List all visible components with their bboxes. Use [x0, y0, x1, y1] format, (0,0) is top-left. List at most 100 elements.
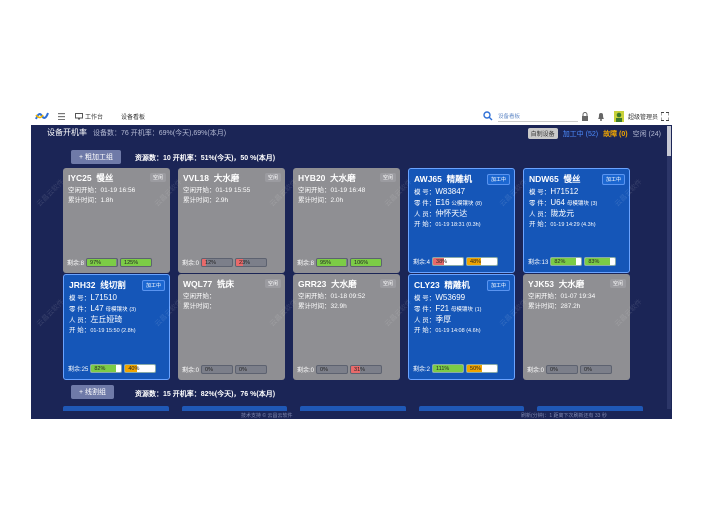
info-row: 累计时间：32.9h: [298, 302, 397, 312]
field-label: 开 始：: [529, 221, 551, 228]
device-code: JRH32: [69, 280, 96, 290]
rate-bar-label: 83%: [588, 259, 600, 265]
device-card[interactable]: IYC25 慢丝 空闲 空闲开始：01-19 16:56 累计时间：1.8h 剩余:8 9…: [63, 168, 170, 273]
device-card[interactable]: HYB20 大水磨 空闲 空闲开始：01-19 16:48 累计时间：2.0h 剩余:8…: [293, 168, 400, 273]
device-type: 慢丝: [96, 173, 114, 183]
part-count: (3): [590, 201, 598, 207]
device-type: 线切割: [100, 280, 126, 290]
scrollbar[interactable]: [667, 126, 671, 409]
field-label: 开 始：: [69, 327, 91, 334]
device-code: WQL77: [183, 279, 213, 289]
menu-grid-icon[interactable]: [58, 113, 65, 120]
field-label: 人 员：: [69, 317, 91, 324]
device-name: HYB20 大水磨: [298, 172, 356, 184]
device-type: 大水磨: [330, 173, 356, 183]
field-value: 01-19 16:48: [330, 187, 366, 194]
field-label: 空闲开始：: [68, 187, 101, 194]
info-row: 模 号：W83847: [414, 187, 511, 198]
part-code: E16: [435, 198, 450, 207]
field-value: 01-19 15:50 (2.8h): [90, 328, 136, 334]
device-card[interactable]: NDW65 慢丝 加工中模 号：H71512 零 件：U64 母模镶块 (3) 人 员…: [523, 168, 630, 273]
field-value: 陇龙元: [550, 209, 575, 218]
rate-bar-label: 82%: [94, 366, 106, 372]
lock-icon[interactable]: [581, 112, 589, 121]
workspace-tab[interactable]: 工作台: [75, 112, 103, 121]
info-row: 人 员：季厚: [414, 315, 511, 326]
device-card[interactable]: GRR23 大水磨 空闲 空闲开始：01-18 09:52 累计时间：32.9h 剩余:…: [293, 274, 400, 380]
fullscreen-icon[interactable]: [661, 112, 669, 121]
avatar[interactable]: [614, 111, 624, 122]
info-row: 模 号：H71512: [529, 187, 626, 198]
device-card[interactable]: YJK53 大水磨 空闲 空闲开始：01-07 19:34 累计时间：287.2h 剩余…: [523, 274, 630, 380]
footer: 技术支持 © 云昌云软件 刷新(分钟)：1 距离下次刷新还有 33 秒: [31, 411, 672, 419]
device-info: 模 号：L71510 零 件：L47 母模镶块 (3) 人 员：左丘娅琦开 始：01…: [69, 293, 166, 336]
search-icon[interactable]: [483, 111, 493, 121]
device-card[interactable]: CLY23 精雕机 加工中模 号：W53699 零 件：F21 母模镶块 (1) 人 …: [408, 274, 515, 380]
tab-device-board[interactable]: 设备看板: [121, 112, 145, 121]
device-card[interactable]: VVL18 大水磨 空闲 空闲开始：01-19 15:55 累计时间：2.9h 剩余:0…: [178, 168, 285, 273]
field-label: 零 件：: [414, 306, 436, 313]
remaining-count: 剩余:0: [182, 261, 200, 267]
info-row: 累计时间：: [183, 302, 282, 312]
scrollbar-thumb[interactable]: [667, 126, 671, 156]
rate-bar: 0%: [235, 365, 268, 374]
summary-line: 设备开机率 设备数：76 开机率：69%(今天),69%(本月): [47, 127, 226, 138]
info-row: 空闲开始：01-07 19:34: [528, 292, 627, 302]
remaining-count: 剩余:4: [413, 260, 431, 266]
device-type: 慢丝: [563, 174, 581, 184]
group-toggle-button[interactable]: + 线割组: [71, 385, 115, 399]
info-row: 累计时间：1.8h: [68, 196, 167, 206]
device-code: IYC25: [68, 173, 92, 183]
device-card[interactable]: JRH32 线切割 加工中模 号：L71510 零 件：L47 母模镶块 (3) 人 …: [63, 274, 170, 380]
rate-bar-label: 125%: [124, 260, 139, 266]
field-label: 累计时间：: [298, 303, 331, 310]
device-card[interactable]: AWJ65 精雕机 加工中模 号：W83847 零 件：E16 公模镶块 (8) 人 …: [408, 168, 515, 273]
device-name: YJK53 大水磨: [528, 278, 584, 290]
sort-toggle-button[interactable]: 自制设备: [527, 128, 558, 139]
field-label: 零 件：: [414, 200, 436, 207]
rate-bar: 111%: [432, 364, 465, 373]
rate-bar-label: 31%: [354, 367, 366, 373]
device-name: IYC25 慢丝: [68, 172, 113, 184]
group-toggle-button[interactable]: + 粗加工组: [71, 150, 122, 164]
device-footer: 剩余:2 111% 50%: [413, 364, 499, 373]
field-value: 01-19 14:29 (4.3h): [550, 222, 596, 228]
page-title: 设备开机率: [47, 128, 87, 137]
field-value: 01-07 19:34: [560, 293, 596, 300]
device-name: VVL18 大水磨: [183, 172, 239, 184]
refresh-info[interactable]: 刷新(分钟)：1 距离下次刷新还有 33 秒: [521, 412, 607, 419]
part-code: F21: [435, 304, 450, 313]
field-label: 模 号：: [69, 295, 91, 302]
device-type: 铣床: [217, 279, 235, 289]
device-info: 空闲开始：01-18 09:52 累计时间：32.9h: [298, 292, 397, 312]
app-logo-icon[interactable]: [35, 110, 49, 122]
legend-idle[interactable]: 空闲 (24): [633, 129, 661, 139]
device-footer: 剩余:8 97% 125%: [67, 258, 153, 267]
status-badge: 加工中: [486, 280, 510, 291]
rate-bar: 97%: [86, 258, 119, 267]
summary-stats: 设备数：76 开机率：69%(今天),69%(本月): [93, 130, 227, 137]
device-name: WQL77 铣床: [183, 278, 234, 290]
rate-bar: 82%: [550, 257, 583, 266]
status-legend: 自制设备 加工中 (52) 故障 (0) 空闲 (24): [527, 128, 661, 139]
remaining-count: 剩余:8: [297, 261, 315, 267]
device-info: 空闲开始：01-07 19:34 累计时间：287.2h: [528, 292, 627, 312]
bell-icon[interactable]: [597, 112, 605, 121]
legend-fault[interactable]: 故障 (0): [603, 129, 628, 139]
legend-working[interactable]: 加工中 (52): [563, 129, 598, 139]
device-card[interactable]: WQL77 铣床 空闲 空闲开始： 累计时间： 剩余:0 0% 0%: [178, 274, 285, 380]
info-row: 零 件：E16 公模镶块 (8): [414, 198, 511, 209]
remaining-count: 剩余:13: [528, 260, 549, 266]
field-value: 2.9h: [215, 197, 229, 204]
field-label: 零 件：: [529, 200, 551, 207]
rate-bar: 125%: [120, 258, 153, 267]
search-input[interactable]: 设备看板: [498, 112, 578, 122]
top-bar: 工作台 设备看板 设备看板 超级管理员: [31, 108, 672, 125]
remaining-count: 剩余:0: [182, 368, 200, 374]
rate-bar: 23%: [235, 258, 268, 267]
rate-bar: 50%: [466, 364, 499, 373]
user-name[interactable]: 超级管理员: [628, 112, 658, 121]
device-type: 精雕机: [444, 280, 470, 290]
rate-bar: 38%: [432, 257, 465, 266]
rate-bar-label: 48%: [470, 259, 482, 265]
